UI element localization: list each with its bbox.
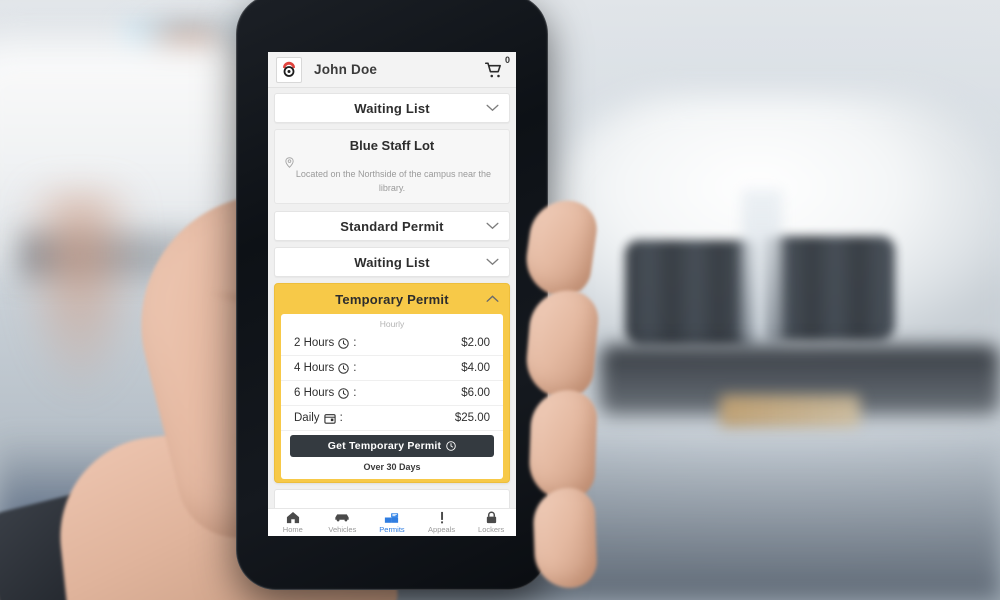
cart-button[interactable]: 0 xyxy=(484,55,510,79)
background-license-plate xyxy=(720,395,860,427)
price-row-label: 2 Hours xyxy=(294,337,335,350)
exclamation-icon xyxy=(438,511,446,524)
nav-label: Lockers xyxy=(478,525,505,534)
price-row[interactable]: 2 Hours : $2.00 xyxy=(281,331,503,357)
accordion-label: Temporary Permit xyxy=(335,291,449,307)
lot-name: Blue Staff Lot xyxy=(349,138,435,153)
accordion-label: Waiting List xyxy=(354,254,430,270)
chevron-down-icon xyxy=(486,258,499,266)
price-row-label-group: Daily : xyxy=(294,412,343,424)
nav-item-appeals[interactable]: Appeals xyxy=(419,511,465,534)
smartphone-device: John Doe 0 Waiting List Blue Staff Lot L… xyxy=(236,0,548,590)
over-30-days-label: Over 30 Days xyxy=(363,462,421,473)
permit-icon xyxy=(384,511,399,524)
ring-finger xyxy=(528,388,598,502)
price-row-label-group: 4 Hours : xyxy=(294,362,356,374)
app-header: John Doe 0 xyxy=(268,52,516,88)
nav-item-vehicles[interactable]: Vehicles xyxy=(319,511,365,534)
price-row-separator: : xyxy=(353,337,357,350)
temporary-permit-options: Hourly 2 Hours : $2.00 4 Hours: $4.00 6… xyxy=(281,314,503,480)
calendar-icon xyxy=(323,413,336,424)
price-row[interactable]: 6 Hours : $6.00 xyxy=(281,381,503,407)
bottom-navigation: Home Vehicles Permits Appeals Lockers xyxy=(268,508,516,536)
map-pin-icon xyxy=(285,157,499,168)
get-temporary-permit-button[interactable]: Get Temporary Permit xyxy=(290,435,494,458)
chevron-up-icon xyxy=(486,295,499,303)
price-row-amount: $4.00 xyxy=(461,362,490,375)
parking-app-logo-icon[interactable] xyxy=(276,56,302,83)
price-row-separator: : xyxy=(339,412,343,425)
chevron-down-icon xyxy=(486,222,499,230)
price-row-label-group: 2 Hours : xyxy=(294,337,356,349)
background-car-grille-right xyxy=(765,236,895,341)
background-person-blur xyxy=(20,190,140,400)
phone-screen: John Doe 0 Waiting List Blue Staff Lot L… xyxy=(268,52,516,536)
shopping-cart-icon xyxy=(484,61,501,77)
next-accordion-partial[interactable] xyxy=(274,489,510,508)
price-row-label: 6 Hours xyxy=(294,387,335,400)
price-row-label: Daily xyxy=(294,412,320,425)
temporary-permit-card: Temporary Permit Hourly 2 Hours : $2.00 … xyxy=(274,283,510,484)
clock-icon xyxy=(338,363,350,374)
background-car-badge xyxy=(742,190,782,350)
price-row[interactable]: Daily : $25.00 xyxy=(281,406,503,432)
accordion-waiting-list-2[interactable]: Waiting List xyxy=(274,247,510,278)
home-icon xyxy=(286,511,300,524)
accordion-standard-permit[interactable]: Standard Permit xyxy=(274,211,510,242)
price-row-amount: $6.00 xyxy=(461,387,490,400)
little-finger xyxy=(532,486,598,590)
car-icon xyxy=(334,511,350,524)
accordion-waiting-list-1[interactable]: Waiting List xyxy=(274,93,510,123)
clock-icon xyxy=(446,441,456,452)
chevron-down-icon xyxy=(486,104,499,112)
lot-info-card: Blue Staff Lot Located on the Northside … xyxy=(274,129,510,205)
accordion-label: Standard Permit xyxy=(340,218,444,234)
price-row[interactable]: 4 Hours : $4.00 xyxy=(281,356,503,382)
price-row-amount: $25.00 xyxy=(454,412,490,425)
nav-item-lockers[interactable]: Lockers xyxy=(468,511,514,534)
lot-description-wrapper: Located on the Northside of the campus n… xyxy=(285,157,499,194)
nav-label: Permits xyxy=(379,525,405,534)
hourly-section-label: Hourly xyxy=(379,319,405,330)
background-car-grille-left xyxy=(625,240,755,345)
user-name: John Doe xyxy=(314,62,378,77)
accordion-temporary-permit[interactable]: Temporary Permit xyxy=(275,284,509,314)
price-row-separator: : xyxy=(353,387,357,400)
nav-label: Appeals xyxy=(428,525,456,534)
lock-icon xyxy=(485,511,498,524)
nav-label: Vehicles xyxy=(328,525,357,534)
price-row-separator: : xyxy=(353,362,357,375)
price-row-label-group: 6 Hours : xyxy=(294,387,356,399)
permit-list[interactable]: Waiting List Blue Staff Lot Located on t… xyxy=(268,88,516,508)
clock-icon xyxy=(338,338,350,349)
price-row-label: 4 Hours xyxy=(294,362,335,375)
nav-item-permits[interactable]: Permits xyxy=(369,511,415,534)
clock-icon xyxy=(338,388,350,399)
lot-description: Located on the Northside of the campus n… xyxy=(295,169,492,194)
get-temporary-permit-label: Get Temporary Permit xyxy=(327,440,442,453)
accordion-label: Waiting List xyxy=(354,100,430,116)
nav-label: Home xyxy=(282,525,303,534)
cart-count-badge: 0 xyxy=(504,54,510,65)
nav-item-home[interactable]: Home xyxy=(270,511,316,534)
price-row-amount: $2.00 xyxy=(461,337,490,350)
